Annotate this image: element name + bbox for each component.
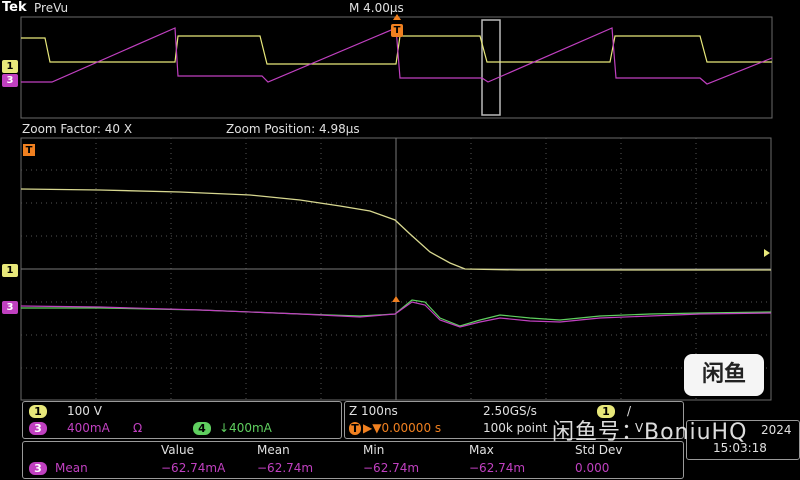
meas-name[interactable]: Mean (55, 461, 88, 475)
ch3-badge[interactable]: 3 (29, 422, 47, 435)
zoom-factor[interactable]: Zoom Factor: 40 X (22, 122, 132, 136)
ch3-unit-symbol: Ω (133, 421, 143, 435)
ch1-marker-zoom[interactable]: 1 (2, 264, 18, 277)
trigger-position[interactable]: ▶▼0.00000 s (363, 421, 441, 435)
record-length[interactable]: 100k point (483, 421, 547, 435)
trigger-level-icon (764, 249, 770, 257)
zoom-trigger-label: T (25, 145, 33, 156)
meas-header-value: Value (161, 443, 194, 457)
meas-min: −62.74m (363, 461, 420, 475)
measurements-panel[interactable]: Value Mean Min Max Std Dev 3 Mean −62.74… (22, 441, 684, 479)
watermark-text: 闲鱼号：BoniuHQ (552, 420, 748, 445)
clock-date: 2024 (761, 423, 792, 437)
zoom-center-trigger-icon (392, 296, 400, 302)
zoom-position[interactable]: Zoom Position: 4.98µs (226, 122, 360, 136)
ch4-badge[interactable]: 4 (193, 422, 211, 435)
meas-channel-badge[interactable]: 3 (29, 462, 47, 475)
ch1-badge[interactable]: 1 (29, 405, 47, 418)
meas-mean: −62.74m (257, 461, 314, 475)
meas-header-mean: Mean (257, 443, 290, 457)
center-axes (21, 138, 771, 400)
zoom-window-bracket[interactable] (481, 19, 501, 116)
meas-header-max: Max (469, 443, 494, 457)
trigger-position-badge[interactable]: T (349, 422, 361, 435)
ch4-scale[interactable]: ↓400mA (219, 421, 272, 435)
meas-header-min: Min (363, 443, 385, 457)
ch1-scale[interactable]: 100 V (67, 404, 102, 418)
ch3-marker-zoom[interactable]: 3 (2, 301, 18, 314)
watermark-logo: 闲鱼 (684, 354, 764, 396)
ch3-marker-overview[interactable]: 3 (2, 74, 18, 87)
channels-panel[interactable]: 1 100 V 3 400mA Ω 4 ↓400mA (22, 401, 342, 439)
trigger-marker-overview: T (391, 24, 403, 37)
meas-std-dev: 0.000 (575, 461, 610, 475)
meas-max: −62.74m (469, 461, 526, 475)
sample-rate[interactable]: 2.50GS/s (483, 404, 537, 418)
ch3-scale[interactable]: 400mA (67, 421, 110, 435)
ch1-marker-overview[interactable]: 1 (2, 60, 18, 73)
meas-value: −62.74mA (161, 461, 226, 475)
zoom-timebase[interactable]: Z 100ns (349, 404, 398, 418)
